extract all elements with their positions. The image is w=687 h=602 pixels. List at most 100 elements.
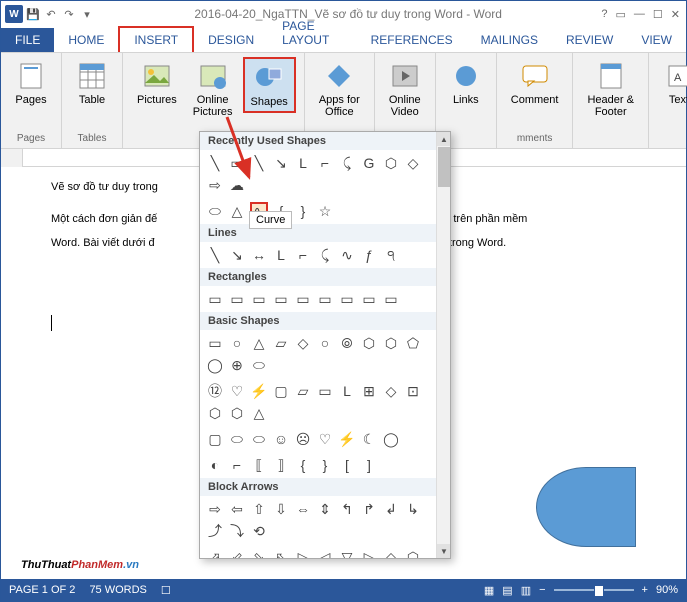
qat-save-icon[interactable]: 💾 <box>25 6 41 22</box>
qat-redo-icon[interactable]: ↷ <box>61 6 77 22</box>
shape-item[interactable]: ⇨ <box>206 176 224 194</box>
shape-item[interactable]: △ <box>228 202 246 220</box>
minimize-button[interactable]: — <box>634 8 645 21</box>
shape-item[interactable]: } <box>294 202 312 220</box>
status-lang-icon[interactable]: ☐ <box>161 584 171 597</box>
status-page[interactable]: PAGE 1 OF 2 <box>9 584 75 597</box>
shape-item[interactable]: ☺ <box>272 430 290 448</box>
shape-item[interactable]: ⇦ <box>228 500 246 518</box>
comment-button[interactable]: Comment <box>505 57 565 109</box>
zoom-level[interactable]: 90% <box>656 584 678 596</box>
pages-button[interactable]: Pages <box>9 57 53 109</box>
status-words[interactable]: 75 WORDS <box>89 584 146 597</box>
pictures-button[interactable]: Pictures <box>131 57 183 109</box>
shape-item[interactable]: ▭ <box>338 290 356 308</box>
qat-customize-icon[interactable]: ▾ <box>79 6 95 22</box>
shape-item[interactable]: ☆ <box>316 202 334 220</box>
shape-item[interactable]: ╲ <box>206 246 224 264</box>
shape-item[interactable]: ⬠ <box>404 334 422 352</box>
shape-item[interactable]: ☾ <box>360 430 378 448</box>
shape-item[interactable]: ⬀ <box>206 548 224 558</box>
shape-item[interactable]: ↱ <box>360 500 378 518</box>
zoom-out-button[interactable]: − <box>539 584 545 596</box>
shape-item[interactable]: ╲ <box>206 154 224 172</box>
shape-item[interactable]: ◇ <box>382 548 400 558</box>
shape-item[interactable]: ⇔ <box>294 500 312 518</box>
shape-item[interactable]: [ <box>338 456 356 474</box>
shape-item[interactable]: ⇨ <box>206 500 224 518</box>
scroll-down-icon[interactable]: ▼ <box>437 544 451 558</box>
shape-item[interactable]: ⬭ <box>250 356 268 374</box>
shape-item[interactable]: ▭ <box>206 290 224 308</box>
links-button[interactable]: Links <box>444 57 488 109</box>
shape-item[interactable]: ◇ <box>404 154 422 172</box>
inserted-shape[interactable] <box>536 467 636 547</box>
shape-item[interactable]: L <box>272 246 290 264</box>
shape-item[interactable]: ▷ <box>360 548 378 558</box>
shape-item[interactable]: ⇩ <box>272 500 290 518</box>
shape-item[interactable]: ⦾ <box>338 334 356 352</box>
shape-item[interactable]: ▭ <box>250 290 268 308</box>
qat-undo-icon[interactable]: ↶ <box>43 6 59 22</box>
tab-insert[interactable]: INSERT <box>118 26 194 52</box>
view-print-icon[interactable]: ▤ <box>502 584 512 597</box>
shape-item[interactable]: ↘ <box>272 154 290 172</box>
shape-item[interactable]: ⇕ <box>316 500 334 518</box>
shape-item[interactable]: ▷ <box>294 548 312 558</box>
shape-item[interactable]: ▭ <box>206 334 224 352</box>
view-read-icon[interactable]: ▦ <box>484 584 494 597</box>
shape-item[interactable]: ▭ <box>382 290 400 308</box>
shape-item[interactable]: ○ <box>228 334 246 352</box>
shape-item[interactable]: ⊕ <box>228 356 246 374</box>
shape-item[interactable]: ⌐ <box>228 456 246 474</box>
header-footer-button[interactable]: Header & Footer <box>581 57 639 121</box>
shape-item[interactable]: ƒ <box>360 246 378 264</box>
shape-item[interactable]: ◁ <box>316 548 334 558</box>
shape-item[interactable]: △ <box>250 404 268 422</box>
shape-item[interactable]: ▭ <box>294 290 312 308</box>
shape-item[interactable]: ↰ <box>338 500 356 518</box>
shape-item[interactable]: ▢ <box>206 430 224 448</box>
shape-item[interactable]: ⬡ <box>382 154 400 172</box>
shape-item[interactable]: ♡ <box>316 430 334 448</box>
shape-item[interactable]: ⑫ <box>206 382 224 400</box>
shape-item[interactable]: ⬭ <box>250 430 268 448</box>
shape-item[interactable]: ⟦ <box>250 456 268 474</box>
table-button[interactable]: Table <box>70 57 114 109</box>
shape-item[interactable]: ] <box>360 456 378 474</box>
shape-item[interactable]: ▭ <box>228 290 246 308</box>
maximize-button[interactable]: ☐ <box>653 8 663 21</box>
scroll-thumb[interactable] <box>438 147 450 187</box>
shape-item[interactable]: ⊡ <box>404 382 422 400</box>
zoom-slider[interactable] <box>554 589 634 591</box>
shape-item[interactable]: ⇧ <box>250 500 268 518</box>
shape-item[interactable]: ⟧ <box>272 456 290 474</box>
shape-item[interactable]: G <box>360 154 378 172</box>
shape-item[interactable]: ☁ <box>228 176 246 194</box>
shape-item[interactable]: ⬂ <box>250 548 268 558</box>
shape-item[interactable]: ੧ <box>382 246 400 264</box>
shape-item[interactable]: ◐ <box>206 456 224 474</box>
shape-item[interactable]: △ <box>250 334 268 352</box>
zoom-in-button[interactable]: + <box>642 584 648 596</box>
shape-item[interactable]: ⬭ <box>228 430 246 448</box>
tab-mailings[interactable]: MAILINGS <box>467 28 552 52</box>
shape-item[interactable]: ⬡ <box>228 404 246 422</box>
shape-item[interactable]: ◯ <box>206 356 224 374</box>
shape-item[interactable]: { <box>294 456 312 474</box>
shape-item[interactable]: ⬁ <box>272 548 290 558</box>
shape-item[interactable]: ♡ <box>228 382 246 400</box>
scroll-up-icon[interactable]: ▲ <box>437 132 451 146</box>
tab-home[interactable]: HOME <box>54 28 118 52</box>
shape-item[interactable]: ↳ <box>404 500 422 518</box>
shape-item[interactable]: ⚡ <box>250 382 268 400</box>
shape-item[interactable]: ╲ <box>250 154 268 172</box>
shape-item[interactable]: ◇ <box>382 382 400 400</box>
shape-item[interactable]: ⟲ <box>250 522 268 540</box>
shape-item[interactable]: L <box>338 382 356 400</box>
apps-button[interactable]: Apps for Office <box>313 57 366 121</box>
shape-item[interactable]: ▭ <box>360 290 378 308</box>
shape-item[interactable]: ⬡ <box>206 404 224 422</box>
shape-item[interactable]: ∿ <box>338 246 356 264</box>
shape-item[interactable]: } <box>316 456 334 474</box>
